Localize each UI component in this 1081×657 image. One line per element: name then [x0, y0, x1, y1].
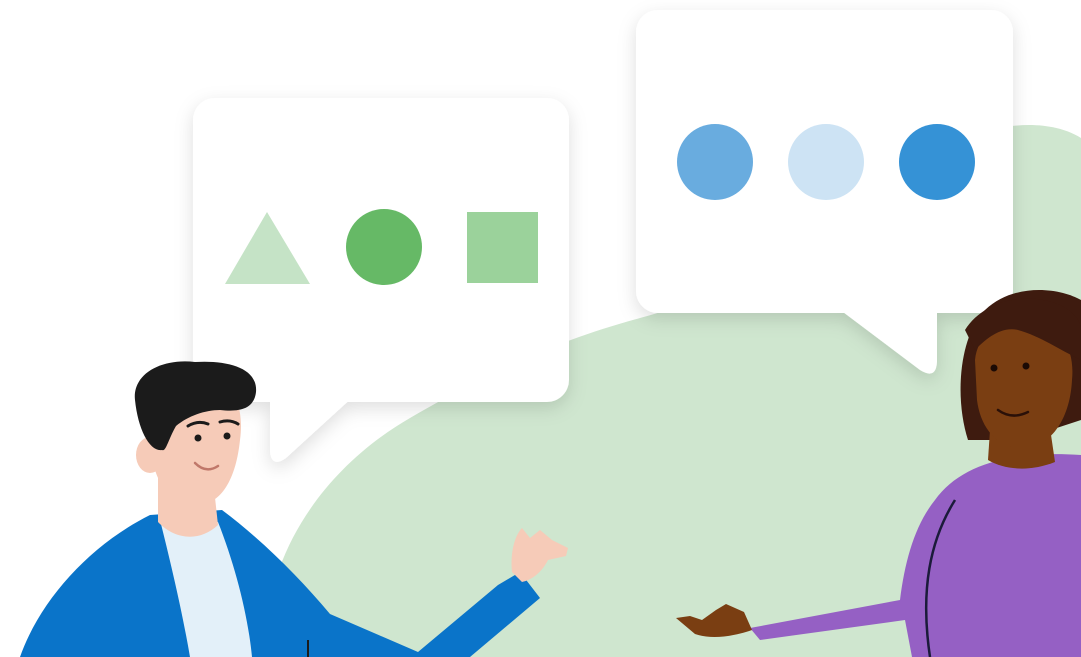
- man-eye-right: [223, 432, 231, 440]
- dot-right: [899, 124, 975, 200]
- conversation-illustration: [0, 0, 1081, 657]
- woman-eye-left: [990, 364, 998, 372]
- man-eye-left: [194, 434, 202, 442]
- woman-eye-right: [1022, 362, 1030, 370]
- dot-middle: [788, 124, 864, 200]
- square-icon: [467, 212, 538, 283]
- circle-icon: [346, 209, 422, 285]
- dot-left: [677, 124, 753, 200]
